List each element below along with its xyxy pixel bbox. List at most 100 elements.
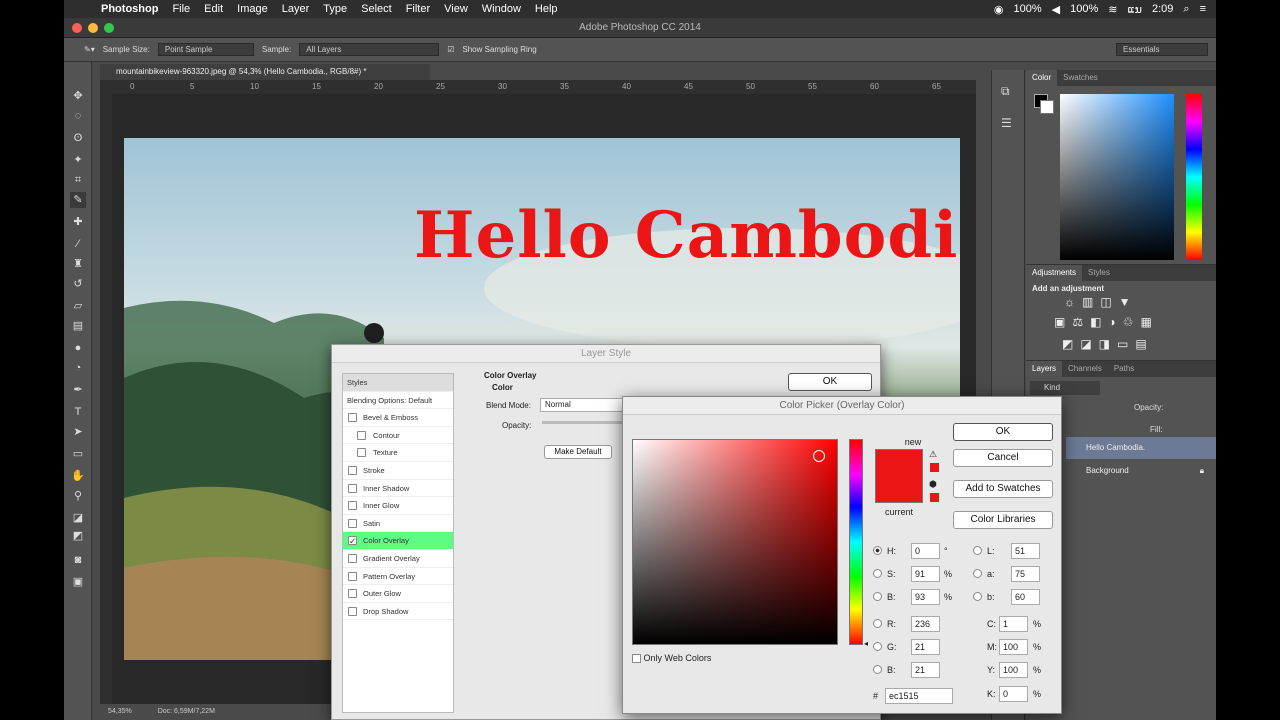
radio-h[interactable]	[873, 546, 882, 555]
sample-select[interactable]: All Layers	[299, 43, 440, 56]
doc-size[interactable]: Doc: 6,59M/7,22M	[158, 708, 215, 715]
effect-inner-glow[interactable]: Inner Glow	[343, 497, 453, 515]
opacity-slider[interactable]	[542, 421, 622, 424]
screen-mode-icon[interactable]: ▣	[70, 574, 86, 590]
input-a[interactable]: 75	[1011, 566, 1040, 582]
color-picker-ok-button[interactable]: OK	[953, 423, 1053, 441]
color-picker-ring[interactable]	[813, 450, 825, 462]
input-blue[interactable]: 21	[911, 662, 940, 678]
zoom-level[interactable]: 54,35%	[108, 708, 132, 715]
layer-style-ok-button[interactable]: OK	[788, 373, 872, 391]
menu-help[interactable]: Help	[528, 3, 565, 15]
gamut-swatch[interactable]	[930, 463, 939, 472]
tab-styles[interactable]: Styles	[1082, 265, 1116, 281]
input-b[interactable]: 93	[911, 589, 940, 605]
lasso-tool-icon[interactable]: ʘ	[70, 130, 86, 146]
menu-view[interactable]: View	[437, 3, 475, 15]
eyedropper-tool-icon[interactable]: ✎	[70, 192, 86, 208]
effect-checkbox[interactable]	[348, 518, 357, 528]
menu-app-name[interactable]: Photoshop	[94, 3, 165, 15]
volume-icon[interactable]: ◀	[1052, 3, 1060, 16]
eyedropper-icon[interactable]: ✎▾	[84, 45, 95, 54]
shape-tool-icon[interactable]: ▭	[70, 446, 86, 462]
menu-image[interactable]: Image	[230, 3, 275, 15]
effect-checkbox[interactable]	[348, 465, 357, 475]
input-k[interactable]: 0	[999, 686, 1028, 702]
adjustment-icons-row-2[interactable]: ▣⚖◧◑♲▦	[1054, 315, 1159, 329]
effect-outer-glow[interactable]: Outer Glow	[343, 585, 453, 603]
web-safe-icon[interactable]: ⬢	[929, 479, 937, 490]
adjustment-icons-row-3[interactable]: ◩◪◨▭▤	[1062, 337, 1154, 351]
color-libraries-button[interactable]: Color Libraries	[953, 511, 1053, 529]
effect-checkbox[interactable]	[348, 606, 357, 616]
hue-slider[interactable]	[849, 439, 863, 645]
zoom-status-a[interactable]: 100%	[1014, 3, 1042, 15]
blending-options[interactable]: Blending Options: Default	[343, 392, 453, 410]
healing-tool-icon[interactable]: ✚	[70, 214, 86, 230]
effect-checkbox[interactable]	[348, 553, 357, 563]
effect-checkbox[interactable]	[348, 501, 357, 511]
effect-bevel-emboss[interactable]: Bevel & Emboss	[343, 409, 453, 427]
hand-tool-icon[interactable]: ✋	[70, 468, 86, 484]
headline-text-layer[interactable]: Hello Cambodia.	[414, 198, 960, 273]
input-g[interactable]: 21	[911, 639, 940, 655]
history-brush-icon[interactable]: ↺	[70, 276, 86, 292]
effect-stroke[interactable]: Stroke	[343, 462, 453, 480]
history-panel-icon[interactable]: ⧉	[1001, 84, 1010, 99]
menu-window[interactable]: Window	[475, 3, 528, 15]
radio-a[interactable]	[973, 569, 982, 578]
tab-color[interactable]: Color	[1026, 70, 1058, 86]
input-r[interactable]: 236	[911, 616, 940, 632]
close-window-button[interactable]	[72, 23, 82, 33]
saturation-brightness-field[interactable]	[632, 439, 838, 645]
menu-file[interactable]: File	[165, 3, 197, 15]
input-c[interactable]: 1	[999, 616, 1028, 632]
effect-inner-shadow[interactable]: Inner Shadow	[343, 480, 453, 498]
effect-gradient-overlay[interactable]: Gradient Overlay	[343, 550, 453, 568]
marquee-tool-icon[interactable]: ◌	[70, 108, 86, 124]
menu-edit[interactable]: Edit	[197, 3, 230, 15]
stamp-tool-icon[interactable]: ♜	[70, 256, 86, 272]
make-default-button[interactable]: Make Default	[544, 445, 612, 459]
tab-adjustments[interactable]: Adjustments	[1026, 265, 1083, 281]
blur-tool-icon[interactable]: ●	[70, 340, 86, 356]
zoom-window-button[interactable]	[104, 23, 114, 33]
background-color-swatch[interactable]	[1040, 100, 1054, 114]
effect-drop-shadow[interactable]: Drop Shadow	[343, 603, 453, 621]
brush-tool-icon[interactable]: ∕	[70, 236, 86, 252]
tab-channels[interactable]: Channels	[1062, 361, 1108, 377]
layer-row-background[interactable]: Background 🔒︎	[1066, 460, 1216, 482]
quick-mask-icon[interactable]: ◙	[70, 552, 86, 568]
radio-lab-b[interactable]	[973, 592, 982, 601]
gradient-tool-icon[interactable]: ▤	[70, 318, 86, 334]
radio-g[interactable]	[873, 642, 882, 651]
effect-contour[interactable]: Contour	[343, 427, 453, 445]
eraser-tool-icon[interactable]: ▱	[70, 298, 86, 314]
effect-checkbox[interactable]	[357, 448, 366, 458]
properties-panel-icon[interactable]: ☰	[1001, 116, 1012, 130]
effect-pattern-overlay[interactable]: Pattern Overlay	[343, 568, 453, 586]
layer-row-text[interactable]: Hello Cambodia.	[1066, 437, 1216, 459]
adjustment-icons-row-1[interactable]: ☼▥◫▼	[1064, 295, 1138, 309]
menu-select[interactable]: Select	[354, 3, 399, 15]
gamut-warning-icon[interactable]: ⚠	[929, 449, 937, 460]
menu-type[interactable]: Type	[316, 3, 354, 15]
crop-tool-icon[interactable]: ⌗	[70, 172, 86, 188]
radio-blue[interactable]	[873, 665, 882, 674]
input-h[interactable]: 0	[911, 543, 940, 559]
dodge-tool-icon[interactable]: ◔	[70, 360, 86, 376]
radio-b[interactable]	[873, 592, 882, 601]
pen-tool-icon[interactable]: ✒	[70, 382, 86, 398]
zoom-tool-icon[interactable]: ⚲	[70, 488, 86, 504]
path-select-icon[interactable]: ➤	[70, 424, 86, 440]
only-web-colors-checkbox[interactable]	[632, 654, 641, 664]
battery-status[interactable]: 100%	[1070, 3, 1098, 15]
radio-r[interactable]	[873, 619, 882, 628]
menu-filter[interactable]: Filter	[399, 3, 437, 15]
effect-texture[interactable]: Texture	[343, 444, 453, 462]
show-ring-checkbox[interactable]: ☑	[447, 45, 454, 54]
wifi-icon[interactable]: ≋	[1108, 3, 1117, 16]
add-to-swatches-button[interactable]: Add to Swatches	[953, 480, 1053, 498]
tab-paths[interactable]: Paths	[1108, 361, 1140, 377]
blend-mode-select[interactable]: Normal	[540, 398, 626, 412]
